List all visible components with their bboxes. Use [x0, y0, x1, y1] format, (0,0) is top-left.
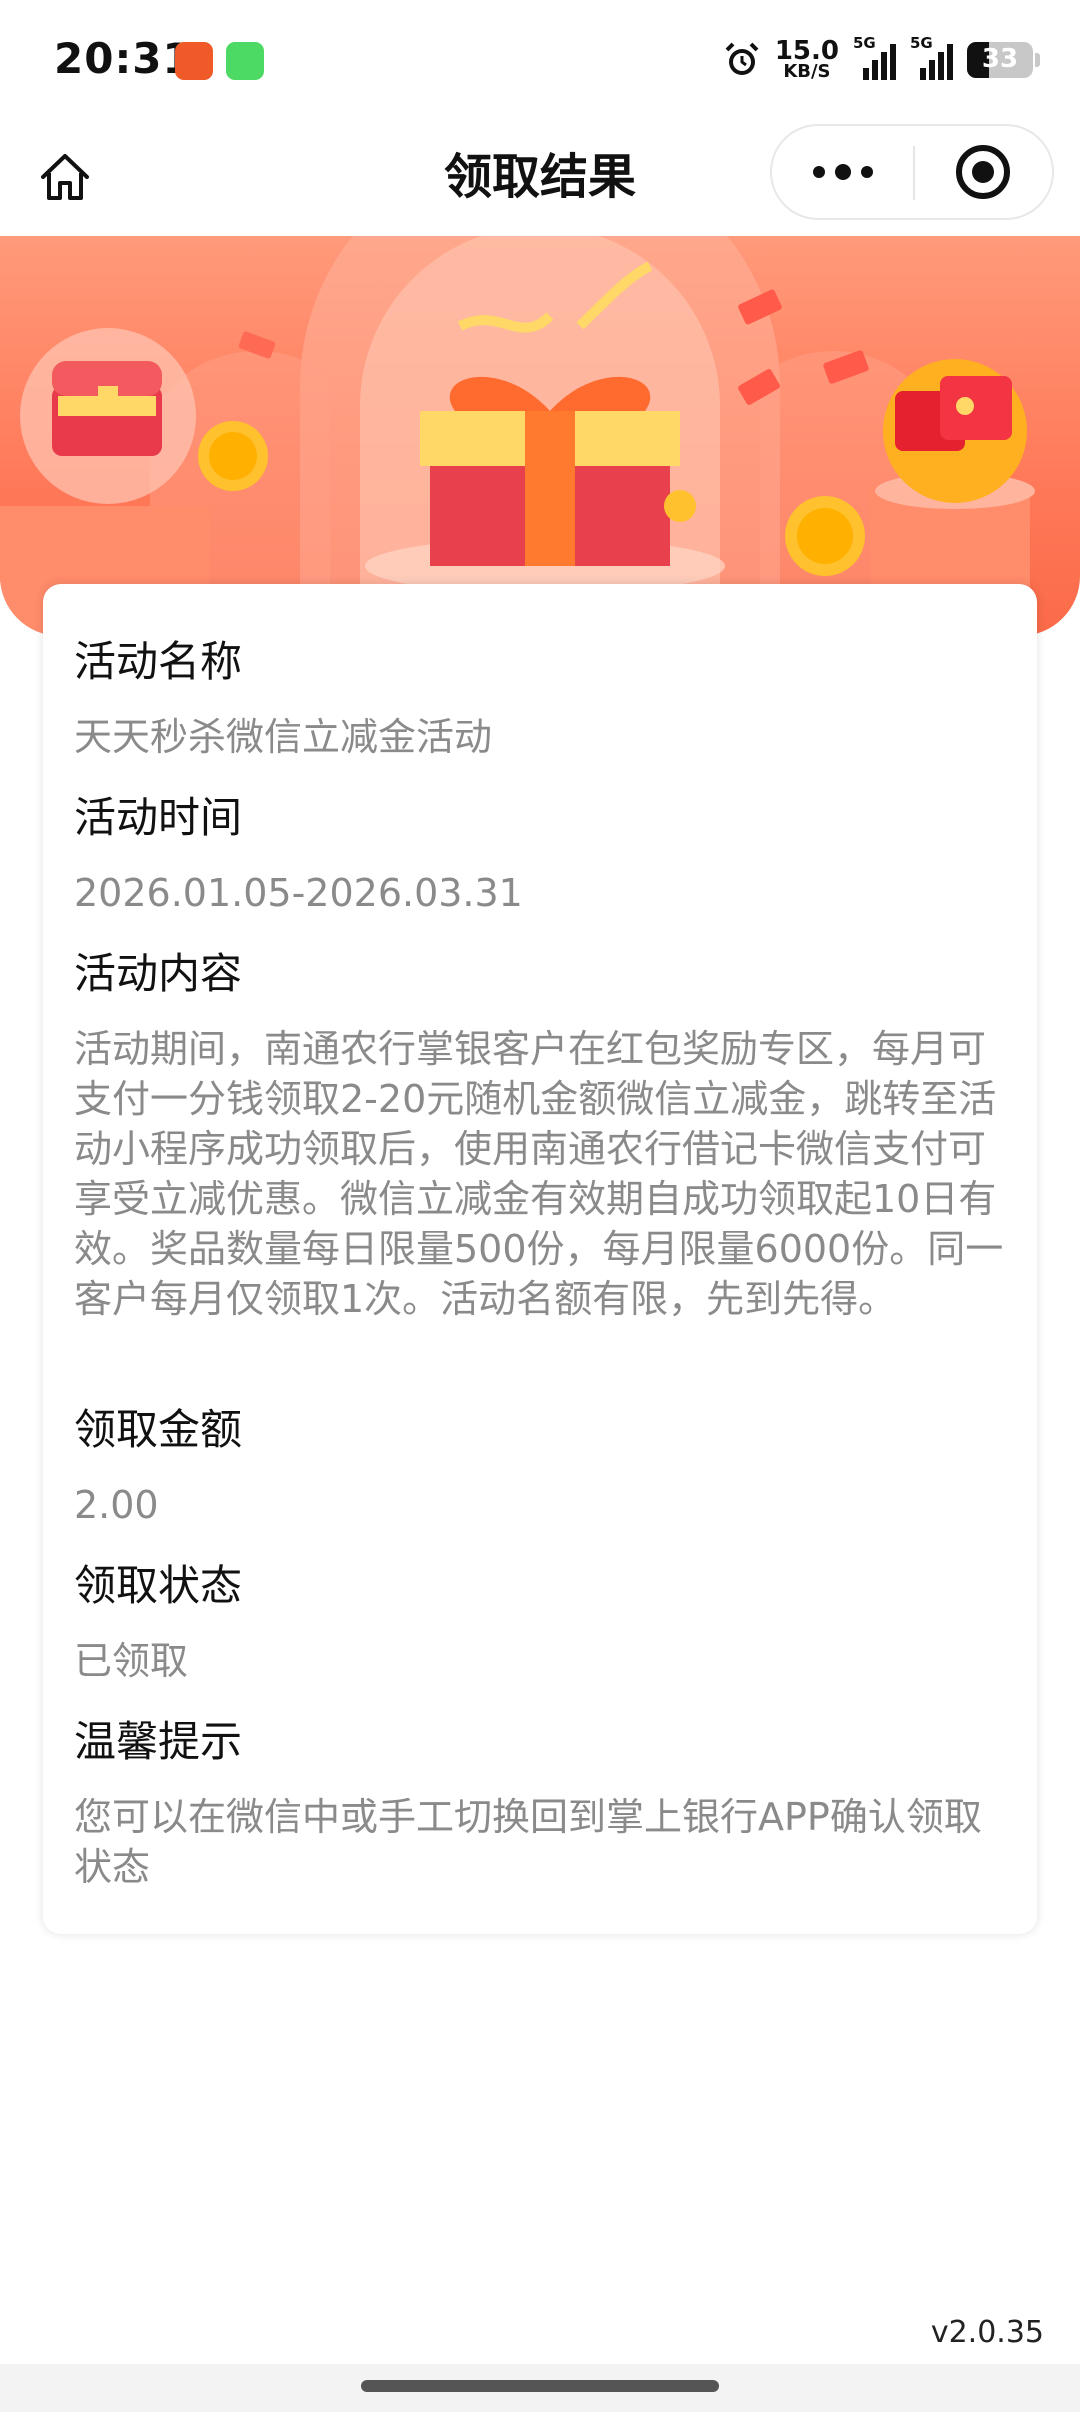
status-time: 20:31: [54, 34, 193, 83]
result-card: 活动名称 天天秒杀微信立减金活动 活动时间 2026.01.05-2026.03…: [43, 584, 1037, 1934]
claim-amount-value: 2.00: [74, 1483, 159, 1527]
activity-content-value: 活动期间，南通农行掌银客户在红包奖励专区，每月可支付一分钱领取2-20元随机金额…: [74, 1027, 1004, 1321]
miniprogram-capsule: [770, 124, 1054, 220]
battery-icon: 33: [967, 42, 1033, 78]
more-button[interactable]: [772, 126, 913, 218]
claim-status-section: 领取状态 已领取: [74, 1558, 1006, 1686]
activity-time-value: 2026.01.05-2026.03.31: [74, 871, 523, 915]
section-title: 温馨提示: [74, 1717, 243, 1766]
more-dot-icon: [812, 166, 825, 178]
version-label: v2.0.35: [930, 2315, 1044, 2350]
section-title: 活动时间: [74, 793, 243, 842]
tips-value: 您可以在微信中或手工切换回到掌上银行APP确认领取状态: [74, 1795, 982, 1889]
signal-icon-2: 5G: [910, 34, 953, 80]
more-dot-icon: [834, 164, 851, 180]
section-title: 领取金额: [74, 1405, 243, 1454]
app-notification-icon: [175, 42, 213, 80]
promo-banner: [0, 236, 1080, 636]
signal-icon: 5G: [853, 34, 896, 80]
status-bar: 20:31 15.0 KB/S 5G 5G 33: [0, 0, 1080, 118]
status-indicators: 15.0 KB/S 5G 5G 33: [723, 34, 1040, 86]
battery-level: 33: [981, 44, 1019, 74]
network-speed-unit: KB/S: [783, 61, 831, 82]
gift-illustration: [0, 236, 1035, 636]
section-title: 领取状态: [74, 1561, 243, 1610]
close-miniprogram-button[interactable]: [913, 126, 1052, 218]
target-close-icon: [955, 145, 1010, 199]
alarm-icon: [725, 42, 759, 75]
section-title: 活动内容: [74, 949, 243, 998]
signal-label-2: 5G: [910, 34, 933, 52]
claim-amount-section: 领取金额 2.00: [74, 1402, 1006, 1530]
signal-label: 5G: [853, 34, 876, 52]
network-speed: 15.0 KB/S: [774, 36, 839, 82]
claim-status-value: 已领取: [74, 1639, 189, 1683]
activity-content-section: 活动内容 活动期间，南通农行掌银客户在红包奖励专区，每月可支付一分钱领取2-20…: [74, 946, 1006, 1324]
home-indicator[interactable]: [361, 2380, 719, 2392]
activity-name-value: 天天秒杀微信立减金活动: [74, 715, 493, 759]
more-dot-icon: [860, 166, 873, 178]
message-notification-icon: [226, 42, 264, 80]
network-speed-value: 15.0: [774, 36, 839, 66]
section-title: 活动名称: [74, 637, 243, 686]
tips-section: 温馨提示 您可以在微信中或手工切换回到掌上银行APP确认领取状态: [74, 1714, 1006, 1892]
battery-tip: [1035, 53, 1040, 67]
activity-name-section: 活动名称 天天秒杀微信立减金活动: [74, 634, 1006, 762]
navigation-bar: 领取结果: [0, 118, 1080, 236]
activity-time-section: 活动时间 2026.01.05-2026.03.31: [74, 790, 1006, 918]
